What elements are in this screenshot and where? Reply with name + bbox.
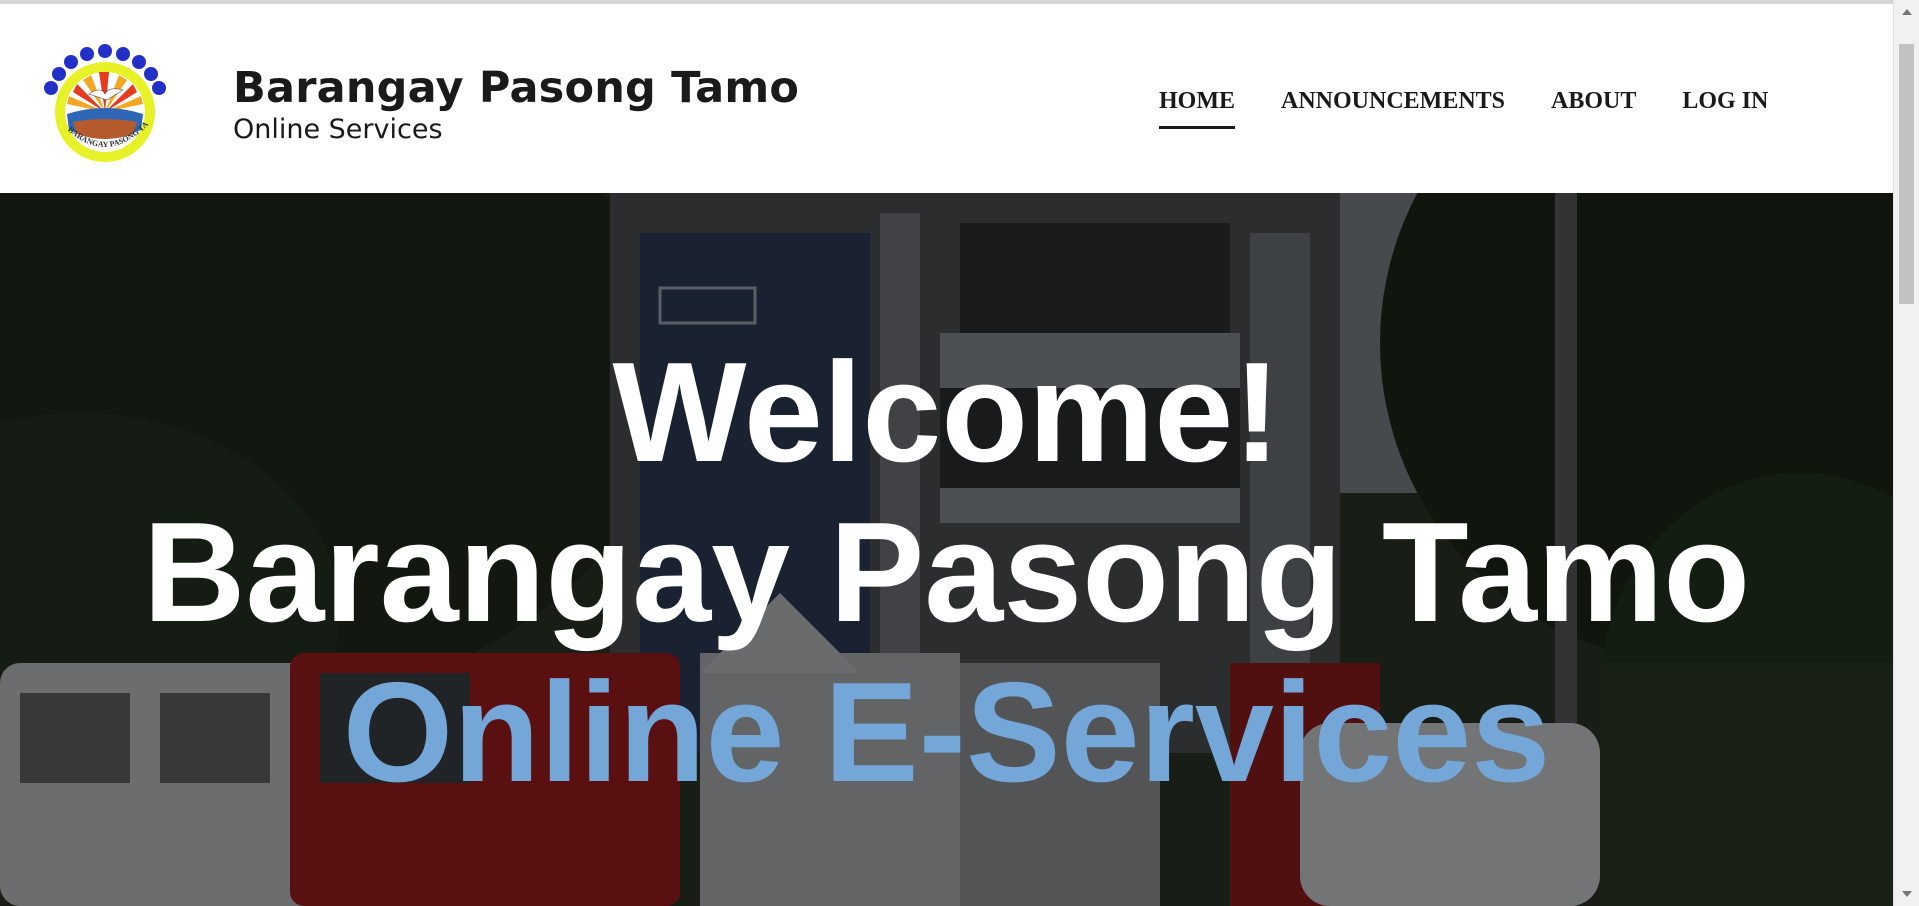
nav-announcements[interactable]: ANNOUNCEMENTS <box>1281 88 1505 129</box>
main-nav: HOME ANNOUNCEMENTS ABOUT LOG IN <box>1159 88 1768 129</box>
nav-about[interactable]: ABOUT <box>1551 88 1636 129</box>
site-header: BARANGAY PASONG TAMO Barangay Pasong Tam… <box>0 4 1893 193</box>
nav-home[interactable]: HOME <box>1159 88 1235 129</box>
page: BARANGAY PASONG TAMO Barangay Pasong Tam… <box>0 0 1893 906</box>
page-scrollbar[interactable] <box>1893 0 1919 906</box>
hero-heading: Welcome! Barangay Pasong Tamo Online E-S… <box>0 333 1893 813</box>
scroll-thumb[interactable] <box>1899 44 1914 304</box>
brand-subtitle: Online Services <box>233 114 443 145</box>
hero-barangay-name: Barangay Pasong Tamo <box>142 493 1751 652</box>
barangay-seal-icon[interactable]: BARANGAY PASONG TAMO <box>43 42 167 166</box>
hero-section: Welcome! Barangay Pasong Tamo Online E-S… <box>0 193 1893 906</box>
brand-title: Barangay Pasong Tamo <box>233 63 800 113</box>
hero-welcome: Welcome! <box>612 333 1281 492</box>
hero-eservices: Online E-Services <box>342 653 1551 812</box>
scroll-up-icon[interactable] <box>1902 9 1912 15</box>
nav-login[interactable]: LOG IN <box>1682 88 1768 129</box>
brand-block: Barangay Pasong Tamo Online Services <box>233 62 799 146</box>
scroll-down-icon[interactable] <box>1902 891 1912 897</box>
